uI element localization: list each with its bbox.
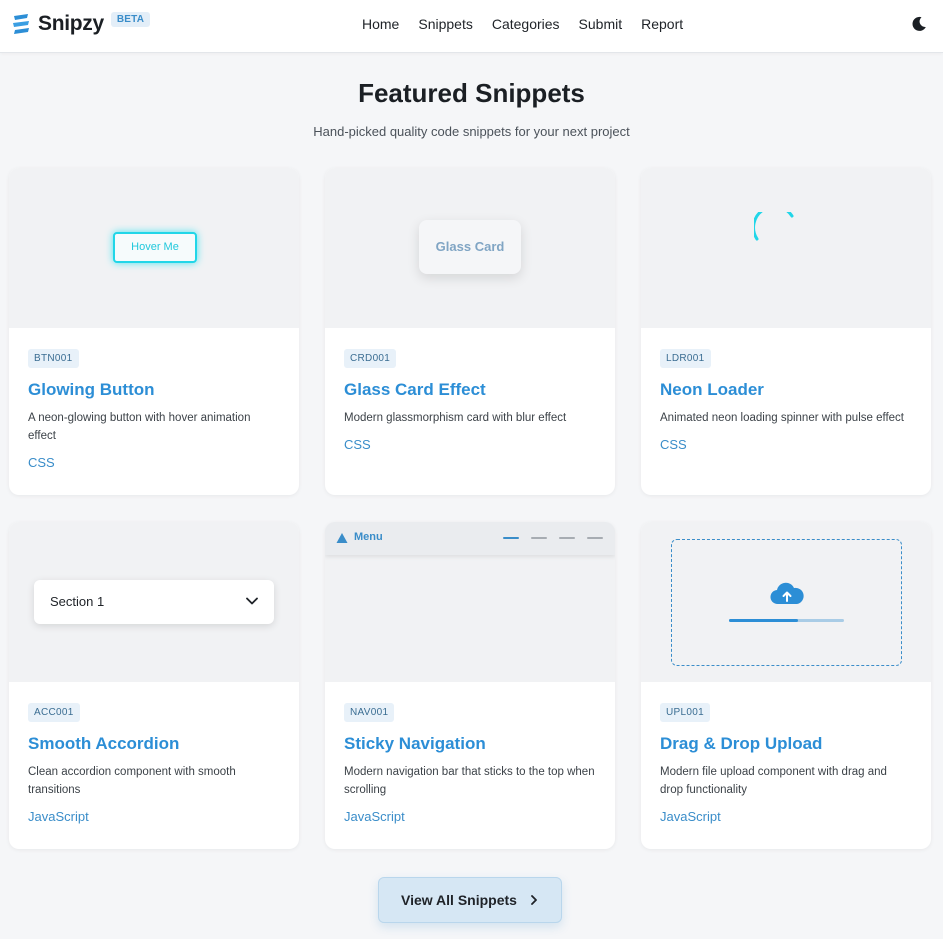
snippet-title[interactable]: Neon Loader [660, 380, 913, 400]
snippet-language[interactable]: JavaScript [28, 809, 281, 824]
snippet-language[interactable]: CSS [344, 437, 597, 452]
cloud-upload-icon [770, 582, 804, 605]
snippet-description: Modern navigation bar that sticks to the… [344, 766, 595, 796]
demo-menu-dash [587, 537, 603, 539]
nav-snippets[interactable]: Snippets [418, 16, 472, 32]
nav-report[interactable]: Report [641, 16, 683, 32]
card-preview: Menu [325, 522, 615, 682]
snipzy-logo-icon [13, 14, 29, 34]
snippet-card[interactable]: Hover Me BTN001 Glowing Button A neon-gl… [9, 168, 299, 495]
main-menu: Home Snippets Categories Submit Report [362, 16, 702, 32]
view-all-label: View All Snippets [401, 892, 517, 908]
upload-progress-fill [729, 619, 798, 622]
demo-menu-label: Menu [354, 531, 383, 543]
demo-menu-dash [531, 537, 547, 539]
chevron-down-icon [246, 597, 258, 605]
accordion-section-label: Section 1 [50, 594, 105, 609]
beta-badge: BETA [110, 11, 151, 27]
snippet-language[interactable]: JavaScript [660, 809, 913, 824]
demo-menu-dash [559, 537, 575, 539]
page-title: Featured Snippets [358, 78, 585, 108]
glowing-button-demo[interactable]: Hover Me [113, 232, 197, 263]
snippet-title[interactable]: Drag & Drop Upload [660, 734, 913, 754]
accordion-demo[interactable]: Section 1 [34, 580, 274, 624]
snippet-description: A neon-glowing button with hover animati… [28, 412, 251, 442]
snippet-language[interactable]: CSS [660, 437, 913, 452]
sticky-nav-demo: Menu [325, 522, 615, 555]
snippet-language[interactable]: CSS [28, 455, 281, 470]
neon-loader-icon [754, 212, 794, 241]
nav-categories[interactable]: Categories [492, 16, 560, 32]
card-preview: Hover Me [9, 168, 299, 328]
snippet-card[interactable]: Glass Card CRD001 Glass Card Effect Mode… [325, 168, 615, 495]
demo-menu-dash [503, 537, 519, 539]
card-preview: Glass Card [325, 168, 615, 328]
snippet-description: Animated neon loading spinner with pulse… [660, 412, 905, 424]
snippet-description: Modern glassmorphism card with blur effe… [344, 412, 567, 424]
upload-dropzone-demo[interactable] [671, 539, 902, 666]
nav-submit[interactable]: Submit [579, 16, 623, 32]
snippet-language[interactable]: JavaScript [344, 809, 597, 824]
snippet-card[interactable]: Menu NAV001 Sticky Navigation Modern nav… [325, 522, 615, 849]
moon-icon[interactable] [911, 16, 927, 32]
glass-card-demo: Glass Card [419, 220, 521, 274]
brand-name: Snipzy [38, 12, 104, 35]
card-preview [641, 522, 931, 682]
snippet-code: LDR001 [660, 349, 711, 368]
triangle-icon [336, 533, 348, 543]
card-preview [641, 168, 931, 328]
snippet-code: BTN001 [28, 349, 79, 368]
snippet-code: CRD001 [344, 349, 397, 368]
snippet-card[interactable]: Section 1 ACC001 Smooth Accordion Clean … [9, 522, 299, 849]
snippet-code: NAV001 [344, 703, 395, 722]
view-all-snippets-button[interactable]: View All Snippets [378, 877, 562, 923]
top-navbar: Snipzy BETA Home Snippets Categories Sub… [0, 0, 943, 53]
nav-home[interactable]: Home [362, 16, 399, 32]
snippet-title[interactable]: Glowing Button [28, 380, 281, 400]
card-preview: Section 1 [9, 522, 299, 682]
snippet-title[interactable]: Smooth Accordion [28, 734, 281, 754]
brand-link[interactable]: Snipzy BETA [11, 11, 151, 36]
snippet-card[interactable]: UPL001 Drag & Drop Upload Modern file up… [641, 522, 931, 849]
snippet-description: Clean accordion component with smooth tr… [28, 766, 236, 796]
snippet-code: UPL001 [660, 703, 710, 722]
page-subtitle: Hand-picked quality code snippets for yo… [313, 124, 630, 139]
snippet-code: ACC001 [28, 703, 80, 722]
snippet-title[interactable]: Glass Card Effect [344, 380, 597, 400]
chevron-right-icon [531, 895, 537, 905]
snippet-title[interactable]: Sticky Navigation [344, 734, 597, 754]
snippet-card[interactable]: LDR001 Neon Loader Animated neon loading… [641, 168, 931, 495]
snippet-description: Modern file upload component with drag a… [660, 766, 887, 796]
upload-progress-bar [729, 619, 844, 622]
